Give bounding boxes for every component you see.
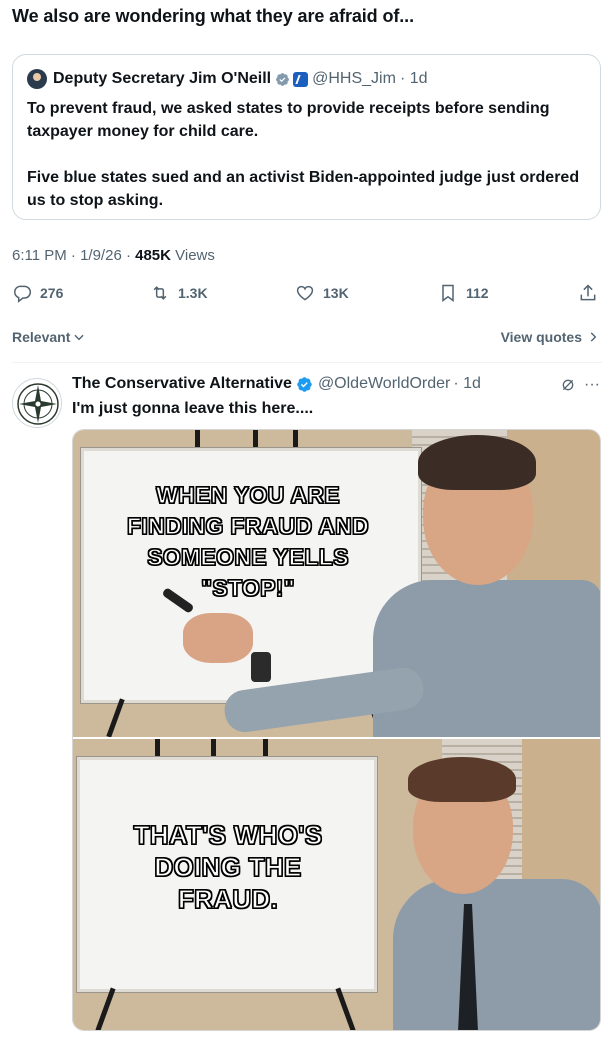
reply-button[interactable]: 276 [12,283,63,303]
meme-image[interactable]: WHEN YOU ARE FINDING FRAUD AND SOMEONE Y… [72,429,601,1031]
chevron-right-icon [590,332,597,342]
shirt [393,879,600,1030]
caption-line: WHEN YOU ARE [155,481,340,508]
main-post-text: We also are wondering what they are afra… [12,6,414,26]
quoted-author-name[interactable]: Deputy Secretary Jim O'Neill [53,70,271,88]
shirt [373,580,600,737]
government-badge-icon [293,71,309,87]
hand [183,613,253,663]
more-options-icon[interactable]: ··· [584,376,600,394]
reply-text: I'm just gonna leave this here.... [72,400,314,417]
grok-icon[interactable] [560,377,576,393]
meme-bottom-caption: THAT'S WHO'S DOING THE FRAUD. [103,819,353,915]
avatar[interactable] [12,378,62,428]
watch [251,652,271,682]
view-quotes-label: View quotes [500,329,582,345]
share-button[interactable] [578,283,606,303]
divider [12,362,602,363]
reply-count: 276 [40,285,64,301]
like-button[interactable]: 13K [295,283,349,303]
repost-button[interactable]: 1.3K [150,283,208,303]
bookmark-button[interactable]: 112 [438,283,489,303]
meme-panel-top: WHEN YOU ARE FINDING FRAUD AND SOMEONE Y… [73,430,600,737]
sort-dropdown[interactable]: Relevant [12,329,86,345]
action-bar: 276 1.3K 13K 112 [12,283,598,305]
easel-leg [335,987,356,1030]
caption-line: FINDING FRAUD AND [126,512,369,539]
sort-label: Relevant [12,329,71,345]
verified-gray-icon [276,72,290,86]
quoted-post-body: To prevent fraud, we asked states to pro… [27,97,592,212]
caption-line: DOING THE [154,851,302,882]
reply-author-handle[interactable]: @OldeWorldOrder [318,375,450,393]
share-icon [580,284,596,301]
quoted-paragraph-2: Five blue states sued and an activist Bi… [27,169,580,209]
bookmark-count: 112 [466,285,489,301]
quoted-post-card[interactable]: Deputy Secretary Jim O'Neill @HHS_Jim · … [12,54,601,220]
repost-icon [153,286,167,300]
caption-line: THAT'S WHO'S [133,819,323,850]
post-timestamp[interactable]: 6:11 PM · 1/9/26 · [12,247,135,264]
reply-icon [14,285,32,303]
views-count: 485K [135,247,171,264]
meme-top-caption: WHEN YOU ARE FINDING FRAUD AND SOMEONE Y… [103,480,393,604]
quoted-post-time: · 1d [399,70,428,87]
caption-line: "STOP!" [201,574,296,601]
quoted-author-handle[interactable]: @HHS_Jim [312,70,396,88]
hair [408,757,516,802]
bookmark-icon [442,284,454,302]
quoted-paragraph-1: To prevent fraud, we asked states to pro… [27,100,550,140]
verified-blue-icon [297,376,312,392]
heart-icon [296,285,314,301]
quoted-post-header: Deputy Secretary Jim O'Neill @HHS_Jim · … [27,69,428,89]
easel-leg [95,987,116,1030]
avatar[interactable] [27,69,47,89]
compass-rose-icon [17,383,59,425]
caption-line: FRAUD. [177,883,278,914]
meme-panel-bottom: THAT'S WHO'S DOING THE FRAUD. [73,739,600,1030]
view-quotes-link[interactable]: View quotes [501,329,600,345]
reply-header: The Conservative Alternative @OldeWorldO… [72,375,481,393]
reply-tools: ··· [560,376,600,394]
like-count: 13K [323,285,349,301]
views-label: Views [170,247,215,264]
reply-time: · 1d [453,375,481,392]
chevron-down-icon [74,334,84,341]
repost-count: 1.3K [178,285,208,301]
reply-author-name[interactable]: The Conservative Alternative [72,375,292,393]
caption-line: SOMEONE YELLS [147,543,349,570]
hair [418,435,536,490]
easel-leg [106,698,125,737]
post-meta: 6:11 PM · 1/9/26 · 485K Views [12,247,215,264]
